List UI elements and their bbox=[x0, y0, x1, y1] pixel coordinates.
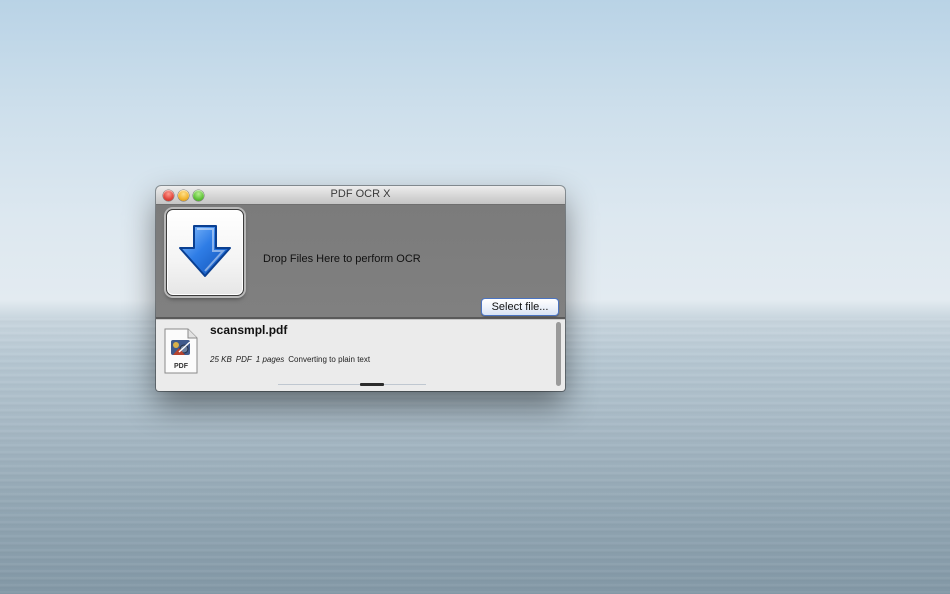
file-size: 25 KB bbox=[210, 355, 232, 364]
title-bar[interactable]: PDF OCR X bbox=[156, 186, 565, 205]
list-item[interactable]: PDF scansmpl.pdf 25 KB PDF 1 pages Converti… bbox=[156, 320, 551, 388]
select-file-button[interactable]: Select file... bbox=[481, 298, 559, 316]
file-name: scansmpl.pdf bbox=[210, 323, 288, 337]
file-type: PDF bbox=[235, 355, 252, 364]
file-pages: 1 pages bbox=[255, 355, 285, 364]
file-list[interactable]: PDF scansmpl.pdf 25 KB PDF 1 pages Converti… bbox=[156, 319, 565, 391]
desktop-background: PDF OCR X Drop Files Here to perform OCR… bbox=[0, 0, 950, 594]
download-arrow-icon bbox=[179, 225, 231, 277]
drop-instructions: Drop Files Here to perform OCR bbox=[263, 253, 421, 265]
vertical-scrollbar[interactable] bbox=[556, 322, 561, 386]
window-title: PDF OCR X bbox=[330, 188, 391, 200]
drop-zone[interactable]: Drop Files Here to perform OCR Select fi… bbox=[156, 205, 565, 319]
progress-indicator bbox=[360, 383, 384, 386]
pdf-icon-label: PDF bbox=[174, 363, 189, 370]
file-details: 25 KB PDF 1 pages Converting to plain text bbox=[210, 355, 370, 364]
progress-track bbox=[278, 384, 426, 385]
app-window: PDF OCR X Drop Files Here to perform OCR… bbox=[156, 186, 565, 391]
pdf-document-icon: PDF bbox=[164, 328, 198, 374]
file-status: Converting to plain text bbox=[288, 355, 371, 364]
drop-target-well[interactable] bbox=[166, 209, 244, 296]
